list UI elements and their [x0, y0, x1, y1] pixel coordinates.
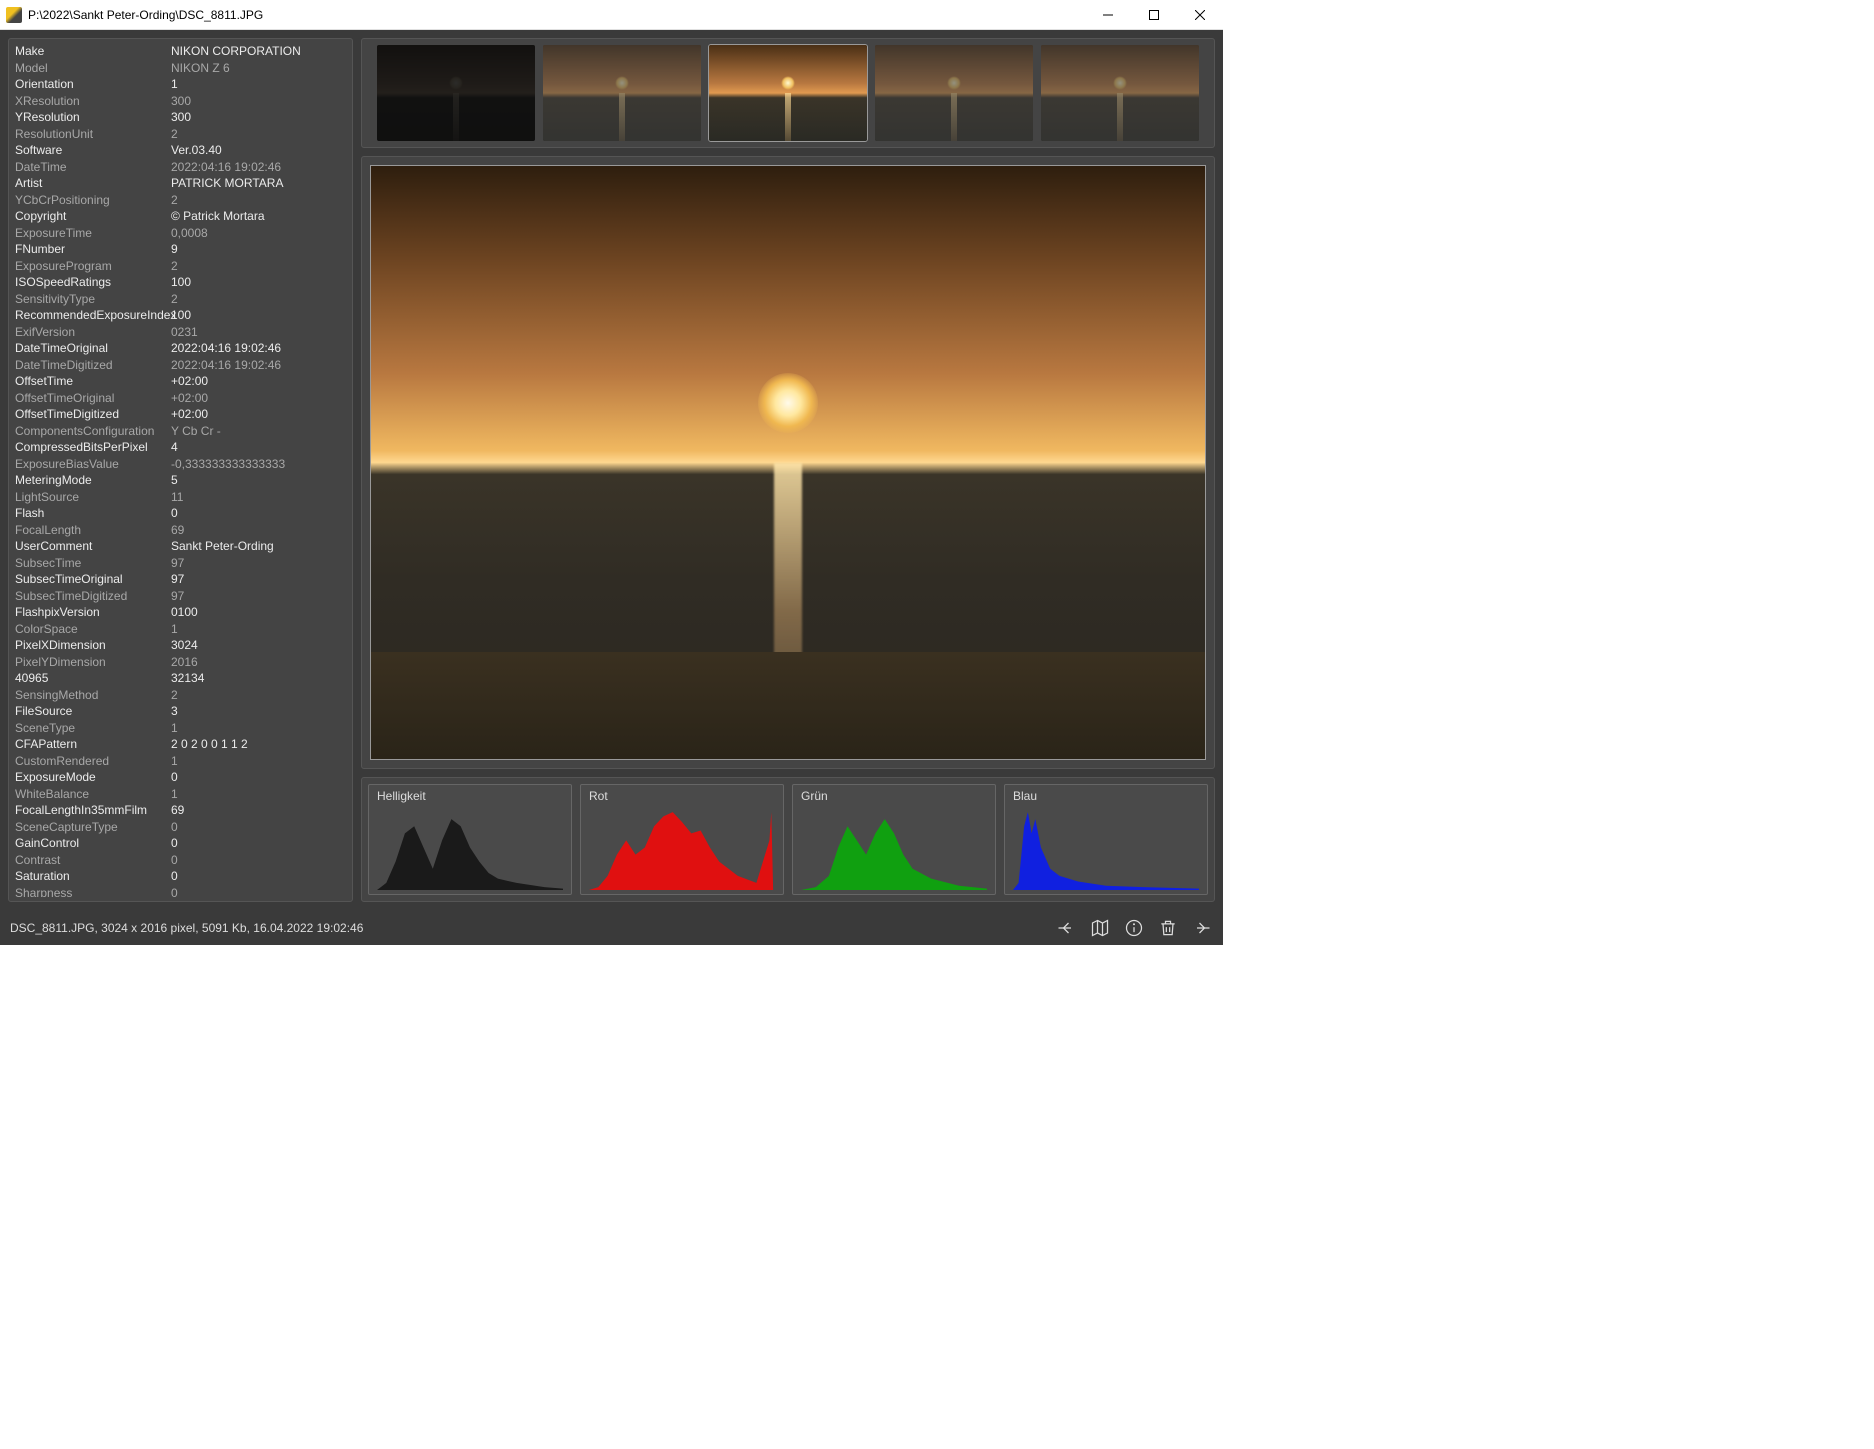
exif-row: UserCommentSankt Peter-Ording [15, 538, 340, 555]
histogram-green: Grün [792, 784, 996, 895]
exif-row: RecommendedExposureIndex100 [15, 307, 340, 324]
exif-row: Orientation1 [15, 76, 340, 93]
thumbnail-strip [361, 38, 1215, 148]
exif-row: ExposureMode0 [15, 769, 340, 786]
exif-row: ExposureProgram2 [15, 258, 340, 275]
exif-row: FlashpixVersion0100 [15, 604, 340, 621]
exif-row: ISOSpeedRatings100 [15, 274, 340, 291]
exif-row: ModelNIKON Z 6 [15, 60, 340, 77]
prev-button[interactable] [1055, 917, 1077, 939]
exif-row: DateTime2022:04:16 19:02:46 [15, 159, 340, 176]
exif-row: XResolution300 [15, 93, 340, 110]
exif-row: SoftwareVer.03.40 [15, 142, 340, 159]
exif-row: MakeNIKON CORPORATION [15, 43, 340, 60]
exif-row: SceneType1 [15, 720, 340, 737]
exif-row: SensitivityType2 [15, 291, 340, 308]
minimize-button[interactable] [1085, 0, 1131, 29]
maximize-button[interactable] [1131, 0, 1177, 29]
exif-row: DateTimeOriginal2022:04:16 19:02:46 [15, 340, 340, 357]
window-title: P:\2022\Sankt Peter-Ording\DSC_8811.JPG [28, 8, 1085, 22]
exif-row: Flash0 [15, 505, 340, 522]
titlebar: P:\2022\Sankt Peter-Ording\DSC_8811.JPG [0, 0, 1223, 30]
map-button[interactable] [1089, 917, 1111, 939]
exif-row: ExposureBiasValue-0,333333333333333 [15, 456, 340, 473]
status-text: DSC_8811.JPG, 3024 x 2016 pixel, 5091 Kb… [10, 921, 1055, 935]
exif-row: Contrast0 [15, 852, 340, 869]
exif-row: ComponentsConfigurationY Cb Cr - [15, 423, 340, 440]
exif-row: CFAPattern2 0 2 0 0 1 1 2 [15, 736, 340, 753]
histogram-blue: Blau [1004, 784, 1208, 895]
exif-row: YResolution300 [15, 109, 340, 126]
exif-row: SceneCaptureType0 [15, 819, 340, 836]
histogram-panel: Helligkeit Rot Grün Blau [361, 777, 1215, 902]
exif-row: 4096532134 [15, 670, 340, 687]
exif-row: MeteringMode5 [15, 472, 340, 489]
exif-list[interactable]: MakeNIKON CORPORATIONModelNIKON Z 6Orien… [15, 43, 350, 897]
exif-row: WhiteBalance1 [15, 786, 340, 803]
statusbar: DSC_8811.JPG, 3024 x 2016 pixel, 5091 Kb… [0, 910, 1223, 945]
exif-row: PixelYDimension2016 [15, 654, 340, 671]
exif-row: CompressedBitsPerPixel4 [15, 439, 340, 456]
exif-row: Copyright© Patrick Mortara [15, 208, 340, 225]
thumbnail[interactable] [1041, 45, 1199, 141]
exif-panel: MakeNIKON CORPORATIONModelNIKON Z 6Orien… [8, 38, 353, 902]
exif-row: FileSource3 [15, 703, 340, 720]
exif-row: OffsetTimeOriginal+02:00 [15, 390, 340, 407]
exif-row: ExifVersion0231 [15, 324, 340, 341]
exif-row: Sharpness0 [15, 885, 340, 898]
histogram-red: Rot [580, 784, 784, 895]
exif-row: FNumber9 [15, 241, 340, 258]
delete-button[interactable] [1157, 917, 1179, 939]
thumbnail-selected[interactable] [709, 45, 867, 141]
exif-row: SubsecTime97 [15, 555, 340, 572]
exif-row: SubsecTimeOriginal97 [15, 571, 340, 588]
exif-row: FocalLengthIn35mmFilm69 [15, 802, 340, 819]
exif-row: FocalLength69 [15, 522, 340, 539]
app-icon [6, 7, 22, 23]
exif-row: ArtistPATRICK MORTARA [15, 175, 340, 192]
thumbnail[interactable] [543, 45, 701, 141]
exif-row: ColorSpace1 [15, 621, 340, 638]
close-button[interactable] [1177, 0, 1223, 29]
thumbnail[interactable] [377, 45, 535, 141]
exif-row: PixelXDimension3024 [15, 637, 340, 654]
image-preview[interactable] [361, 156, 1215, 769]
exif-row: ExposureTime0,0008 [15, 225, 340, 242]
exif-row: Saturation0 [15, 868, 340, 885]
exif-row: SubsecTimeDigitized97 [15, 588, 340, 605]
exif-row: ResolutionUnit2 [15, 126, 340, 143]
exif-row: DateTimeDigitized2022:04:16 19:02:46 [15, 357, 340, 374]
exif-row: OffsetTime+02:00 [15, 373, 340, 390]
histogram-brightness: Helligkeit [368, 784, 572, 895]
exif-row: OffsetTimeDigitized+02:00 [15, 406, 340, 423]
exif-row: GainControl0 [15, 835, 340, 852]
next-button[interactable] [1191, 917, 1213, 939]
exif-row: YCbCrPositioning2 [15, 192, 340, 209]
exif-row: LightSource11 [15, 489, 340, 506]
thumbnail[interactable] [875, 45, 1033, 141]
exif-row: SensingMethod2 [15, 687, 340, 704]
exif-row: CustomRendered1 [15, 753, 340, 770]
info-button[interactable] [1123, 917, 1145, 939]
